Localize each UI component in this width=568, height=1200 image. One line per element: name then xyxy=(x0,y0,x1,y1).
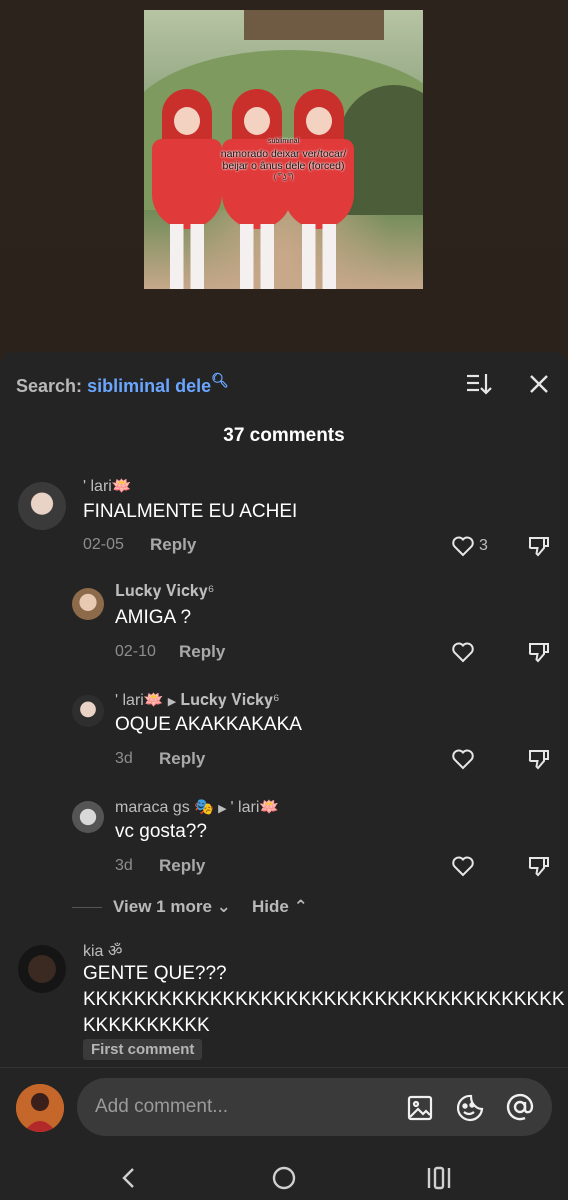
comment-text: OQUE AKAKKAKAKA xyxy=(115,714,302,735)
overlay-line: beijar o ânus dele (forced) xyxy=(222,160,345,172)
overlay-small: subliminal xyxy=(267,138,300,145)
chevron-up-icon: ⌃ xyxy=(293,897,308,916)
comments-sheet: Search: sibliminal dele🔍︎ 37 comments ' … xyxy=(0,352,568,1200)
my-avatar[interactable] xyxy=(16,1084,64,1132)
comment-input-placeholder: Add comment... xyxy=(95,1096,229,1117)
sort-icon[interactable] xyxy=(466,372,492,396)
search-row[interactable]: Search: sibliminal dele🔍︎ xyxy=(16,372,229,397)
dislike-icon[interactable] xyxy=(527,534,551,558)
back-icon[interactable] xyxy=(118,1166,140,1190)
avatar[interactable] xyxy=(72,695,104,727)
close-icon[interactable] xyxy=(527,372,551,396)
heart-icon[interactable] xyxy=(451,535,475,557)
comment-text: KKKKKKKKKKKKKKKKKKKKKKKKKKKKKKKKKKKKKK xyxy=(83,989,565,1010)
comment-text: AMIGA ? xyxy=(115,607,192,628)
video-thumbnail[interactable]: subliminal namorado deixar ver/tocar/ be… xyxy=(144,10,423,289)
thumbnail-roof xyxy=(244,10,384,40)
hide-button[interactable]: Hide ⌃ xyxy=(252,897,308,917)
video-overlay-text: subliminal namorado deixar ver/tocar/ be… xyxy=(144,136,423,184)
reply-button[interactable]: Reply xyxy=(179,642,225,662)
recent-apps-icon[interactable] xyxy=(426,1166,452,1190)
reply-button[interactable]: Reply xyxy=(159,856,205,876)
comment-input[interactable]: Add comment... xyxy=(77,1078,552,1136)
like-count: 3 xyxy=(479,537,488,554)
comment-username[interactable]: 𝐋𝐮𝐜𝐤𝐲 𝐕𝐢𝐜𝐤𝐲⁶ xyxy=(115,583,214,601)
view-more-label: View 1 more xyxy=(113,897,212,916)
comment-username[interactable]: kia ॐ xyxy=(83,939,123,961)
comment-date: 3d xyxy=(115,857,133,874)
video-area[interactable]: subliminal namorado deixar ver/tocar/ be… xyxy=(0,0,568,355)
reply-arrow-icon: ▶ xyxy=(167,696,177,708)
search-icon[interactable]: 🔍︎ xyxy=(211,372,229,388)
reply-to-username[interactable]: ' lari🪷 xyxy=(231,799,280,816)
reply-button[interactable]: Reply xyxy=(150,535,196,555)
avatar[interactable] xyxy=(18,945,66,993)
search-label: Search: xyxy=(16,376,83,396)
comment-text: GENTE QUE??? xyxy=(83,963,227,984)
dislike-icon[interactable] xyxy=(527,747,551,771)
comment-date: 3d xyxy=(115,750,133,767)
heart-icon[interactable] xyxy=(451,855,475,877)
view-more-button[interactable]: View 1 more ⌄ xyxy=(113,897,231,917)
heart-icon[interactable] xyxy=(451,641,475,663)
emoji-icon[interactable] xyxy=(455,1093,485,1123)
comment-username[interactable]: ' lari🪷 xyxy=(83,476,132,496)
chevron-down-icon: ⌄ xyxy=(216,897,231,916)
dislike-icon[interactable] xyxy=(527,854,551,878)
comment-text: vc gosta?? xyxy=(115,821,207,842)
hide-label: Hide xyxy=(252,897,289,916)
reply-button[interactable]: Reply xyxy=(159,749,205,769)
dislike-icon[interactable] xyxy=(527,640,551,664)
mention-icon[interactable] xyxy=(505,1092,535,1122)
home-icon[interactable] xyxy=(272,1166,296,1190)
comment-date: 02-05 xyxy=(83,536,124,553)
avatar[interactable] xyxy=(18,482,66,530)
search-term-link[interactable]: sibliminal dele xyxy=(87,376,211,396)
thread-divider xyxy=(72,907,102,908)
overlay-line: ( ͡° ͜ʖ ͡°) xyxy=(273,174,294,181)
comment-count: 37 comments xyxy=(223,425,345,446)
comment-username[interactable]: ' lari🪷 xyxy=(115,692,164,709)
image-icon[interactable] xyxy=(407,1095,433,1121)
reply-to-username[interactable]: 𝐋𝐮𝐜𝐤𝐲 𝐕𝐢𝐜𝐤𝐲⁶ xyxy=(180,692,279,709)
comment-text: FINALMENTE EU ACHEI xyxy=(83,501,298,522)
comment-text: KKKKKKKKKK xyxy=(83,1015,210,1036)
my-avatar-image xyxy=(16,1084,64,1132)
reply-arrow-icon: ▶ xyxy=(218,803,227,815)
comment-date: 02-10 xyxy=(115,643,156,660)
input-divider xyxy=(0,1067,568,1068)
heart-icon[interactable] xyxy=(451,748,475,770)
comment-username[interactable]: maraca gs 🎭 xyxy=(115,799,214,816)
avatar[interactable] xyxy=(72,588,104,620)
overlay-line: namorado deixar ver/tocar/ xyxy=(220,148,347,160)
system-nav-bar xyxy=(0,1152,568,1200)
first-comment-badge: First comment xyxy=(83,1039,203,1060)
avatar[interactable] xyxy=(72,801,104,833)
